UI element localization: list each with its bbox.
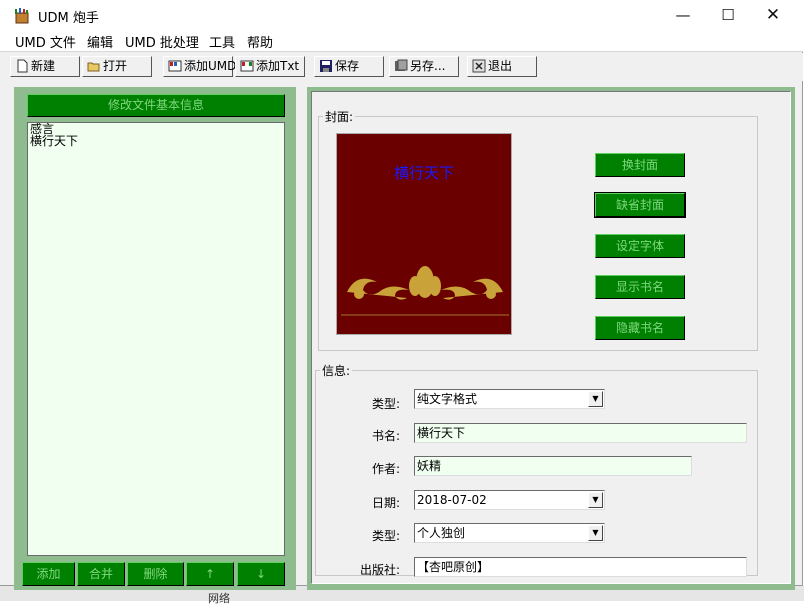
exit-button[interactable]: 退出 xyxy=(467,56,537,77)
publisher-label: 出版社: xyxy=(359,563,400,577)
default-cover-button[interactable]: 缺省封面 xyxy=(594,192,686,218)
save-as-label: 另存... xyxy=(410,59,446,73)
ornament-icon xyxy=(341,266,509,316)
show-title-button[interactable]: 显示书名 xyxy=(595,275,685,299)
add-umd-icon xyxy=(168,60,182,72)
save-button-label: 保存 xyxy=(335,59,360,73)
exit-button-label: 退出 xyxy=(488,59,513,73)
set-font-button[interactable]: 设定字体 xyxy=(595,234,685,258)
menu-umd-file[interactable]: UMD 文件 xyxy=(15,32,76,51)
add-chapter-button[interactable]: 添加 xyxy=(22,562,75,586)
open-button-label: 打开 xyxy=(103,59,128,73)
new-file-icon xyxy=(17,59,28,73)
app-icon xyxy=(15,8,29,24)
save-as-icon xyxy=(395,59,408,71)
move-up-button[interactable]: ↑ xyxy=(186,562,234,586)
format-value: 纯文字格式 xyxy=(417,392,478,406)
date-label: 日期: xyxy=(371,496,400,510)
add-txt-icon xyxy=(240,60,254,72)
save-as-button[interactable]: 另存... xyxy=(389,56,459,77)
list-item[interactable]: 横行天下 xyxy=(28,135,284,147)
genre-value: 个人独创 xyxy=(417,526,466,540)
cover-group: 封面: 横行天下 换封面 缺省封面 设定字体 显示书名 隐藏书名 xyxy=(318,108,758,351)
info-panel: 封面: 横行天下 换封面 缺省封面 设定字体 显示书名 隐藏书名 信息: 类型:… xyxy=(307,87,795,590)
open-button[interactable]: 打开 xyxy=(82,56,152,77)
type-label: 类型: xyxy=(371,397,400,411)
author-field[interactable]: 妖精 xyxy=(414,456,692,476)
cover-image: 横行天下 xyxy=(336,133,512,335)
menu-tools[interactable]: 工具 xyxy=(209,32,235,51)
exit-icon xyxy=(472,59,486,73)
edit-file-info-button[interactable]: 修改文件基本信息 xyxy=(27,94,285,117)
network-label: 网络 xyxy=(208,592,230,605)
window-title: UDM 炮手 xyxy=(38,11,99,26)
chapter-list[interactable]: 感言 横行天下 xyxy=(27,122,285,556)
change-cover-button[interactable]: 换封面 xyxy=(595,153,685,177)
chapter-panel: 修改文件基本信息 感言 横行天下 添加 合并 删除 ↑ ↓ xyxy=(14,87,296,590)
menu-umd-batch[interactable]: UMD 批处理 xyxy=(125,32,199,51)
add-txt-label: 添加Txt xyxy=(256,59,300,73)
publisher-field[interactable]: 【杏吧原创】 xyxy=(414,557,747,577)
menu-help[interactable]: 帮助 xyxy=(247,32,273,51)
menu-bar: UMD 文件 编辑 UMD 批处理 工具 帮助 xyxy=(0,30,803,52)
save-disk-icon xyxy=(320,60,332,72)
move-down-button[interactable]: ↓ xyxy=(237,562,285,586)
new-button-label: 新建 xyxy=(31,59,56,73)
minimize-button[interactable]: — xyxy=(660,0,706,30)
merge-button[interactable]: 合并 xyxy=(77,562,125,586)
chevron-down-icon[interactable]: ▼ xyxy=(588,525,603,541)
hide-title-button[interactable]: 隐藏书名 xyxy=(595,316,685,340)
format-select[interactable]: 纯文字格式 ▼ xyxy=(414,389,605,409)
new-button[interactable]: 新建 xyxy=(10,56,80,77)
author-label: 作者: xyxy=(371,462,400,476)
info-legend: 信息: xyxy=(322,364,351,378)
delete-button[interactable]: 删除 xyxy=(127,562,184,586)
info-group: 信息: 类型: 纯文字格式 ▼ 书名: 横行天下 作者: 妖精 日期: 2018… xyxy=(315,362,758,577)
title-bar: UDM 炮手 — ☐ ✕ xyxy=(0,0,803,30)
maximize-button[interactable]: ☐ xyxy=(705,0,751,30)
info-panel-body: 封面: 横行天下 换封面 缺省封面 设定字体 显示书名 隐藏书名 信息: 类型:… xyxy=(311,91,791,584)
add-umd-label: 添加UMD xyxy=(184,59,237,73)
main-window: UDM 炮手 — ☐ ✕ UMD 文件 编辑 UMD 批处理 工具 帮助 新建 … xyxy=(0,0,803,590)
genre-label: 类型: xyxy=(371,529,400,543)
menu-edit[interactable]: 编辑 xyxy=(87,32,113,51)
cover-legend: 封面: xyxy=(325,110,354,124)
date-picker[interactable]: 2018-07-02 ▼ xyxy=(414,490,605,510)
toolbar: 新建 打开 添加UMD 添加Txt 保存 另存... 退出 xyxy=(0,53,803,81)
close-button[interactable]: ✕ xyxy=(750,0,796,30)
bookname-label: 书名: xyxy=(371,429,400,443)
date-value: 2018-07-02 xyxy=(417,493,487,507)
bookname-field[interactable]: 横行天下 xyxy=(414,423,747,443)
save-button[interactable]: 保存 xyxy=(314,56,384,77)
add-txt-button[interactable]: 添加Txt xyxy=(235,56,305,77)
open-folder-icon xyxy=(87,62,100,72)
genre-select[interactable]: 个人独创 ▼ xyxy=(414,523,605,543)
chevron-down-icon[interactable]: ▼ xyxy=(588,492,603,508)
chevron-down-icon[interactable]: ▼ xyxy=(588,391,603,407)
add-umd-button[interactable]: 添加UMD xyxy=(163,56,237,77)
